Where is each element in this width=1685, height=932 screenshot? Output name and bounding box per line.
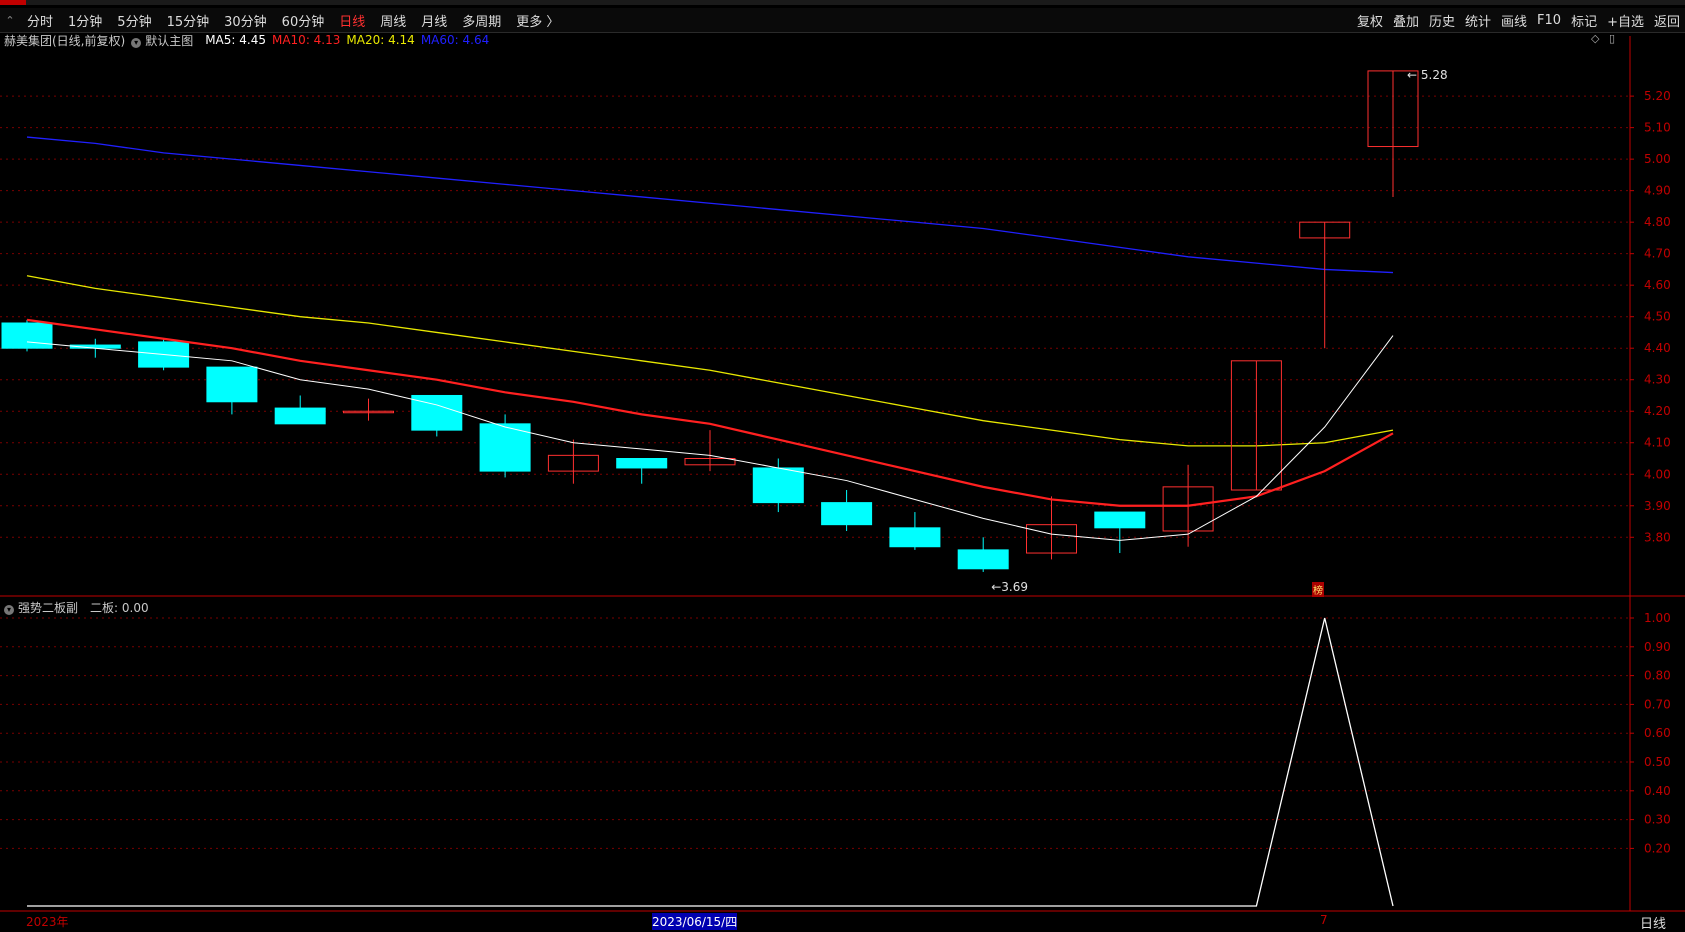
sub-tick-label: 0.40: [1644, 784, 1671, 798]
price-tick-label: 3.80: [1644, 530, 1671, 544]
high-price-marker: ← 5.28: [1407, 68, 1448, 82]
year-label: 2023年: [26, 915, 69, 929]
low-price-marker: ←3.69: [991, 580, 1028, 594]
sub-tick-label: 0.90: [1644, 640, 1671, 654]
sub-tick-label: 0.60: [1644, 726, 1671, 740]
price-tick-label: 4.60: [1644, 278, 1671, 292]
price-tick-label: 4.90: [1644, 184, 1671, 198]
price-tick-label: 5.10: [1644, 121, 1671, 135]
price-tick-label: 4.00: [1644, 467, 1671, 481]
price-tick-label: 4.30: [1644, 373, 1671, 387]
candle-body: [274, 407, 326, 425]
candle-body: [206, 366, 258, 403]
candle-body: [957, 549, 1009, 570]
candle-body: [889, 527, 941, 548]
sub-tick-label: 0.80: [1644, 669, 1671, 683]
sub-tick-label: 1.00: [1644, 611, 1671, 625]
candle-body: [752, 467, 804, 504]
price-tick-label: 5.20: [1644, 89, 1671, 103]
candle-body: [821, 502, 873, 526]
period-indicator: 日线: [1640, 917, 1667, 932]
kline-chart[interactable]: 5.20 5.10 5.00 4.90 4.80 4.70 4.60 4.50 4.40 4.30…: [0, 0, 1685, 930]
list-badge[interactable]: 榜: [1312, 582, 1324, 597]
candle-body: [1094, 511, 1146, 529]
price-tick-label: 3.90: [1644, 499, 1671, 513]
candle-body: [1, 322, 53, 349]
price-tick-label: 4.80: [1644, 215, 1671, 229]
price-tick-label: 4.50: [1644, 310, 1671, 324]
ma60-line: [26, 136, 1394, 274]
sub-tick-label: 0.30: [1644, 813, 1671, 827]
sub-tick-label: 0.20: [1644, 841, 1671, 855]
price-tick-label: 4.40: [1644, 341, 1671, 355]
sub-tick-label: 0.70: [1644, 697, 1671, 711]
crosshair-date-label: 2023/06/15/四: [652, 913, 738, 930]
month-mark-label: 7: [1320, 913, 1328, 927]
price-tick-label: 4.10: [1644, 436, 1671, 450]
price-tick-label: 4.70: [1644, 247, 1671, 261]
candle-body: [616, 458, 668, 469]
sub-tick-label: 0.50: [1644, 755, 1671, 769]
price-tick-label: 5.00: [1644, 152, 1671, 166]
price-tick-label: 4.20: [1644, 404, 1671, 418]
